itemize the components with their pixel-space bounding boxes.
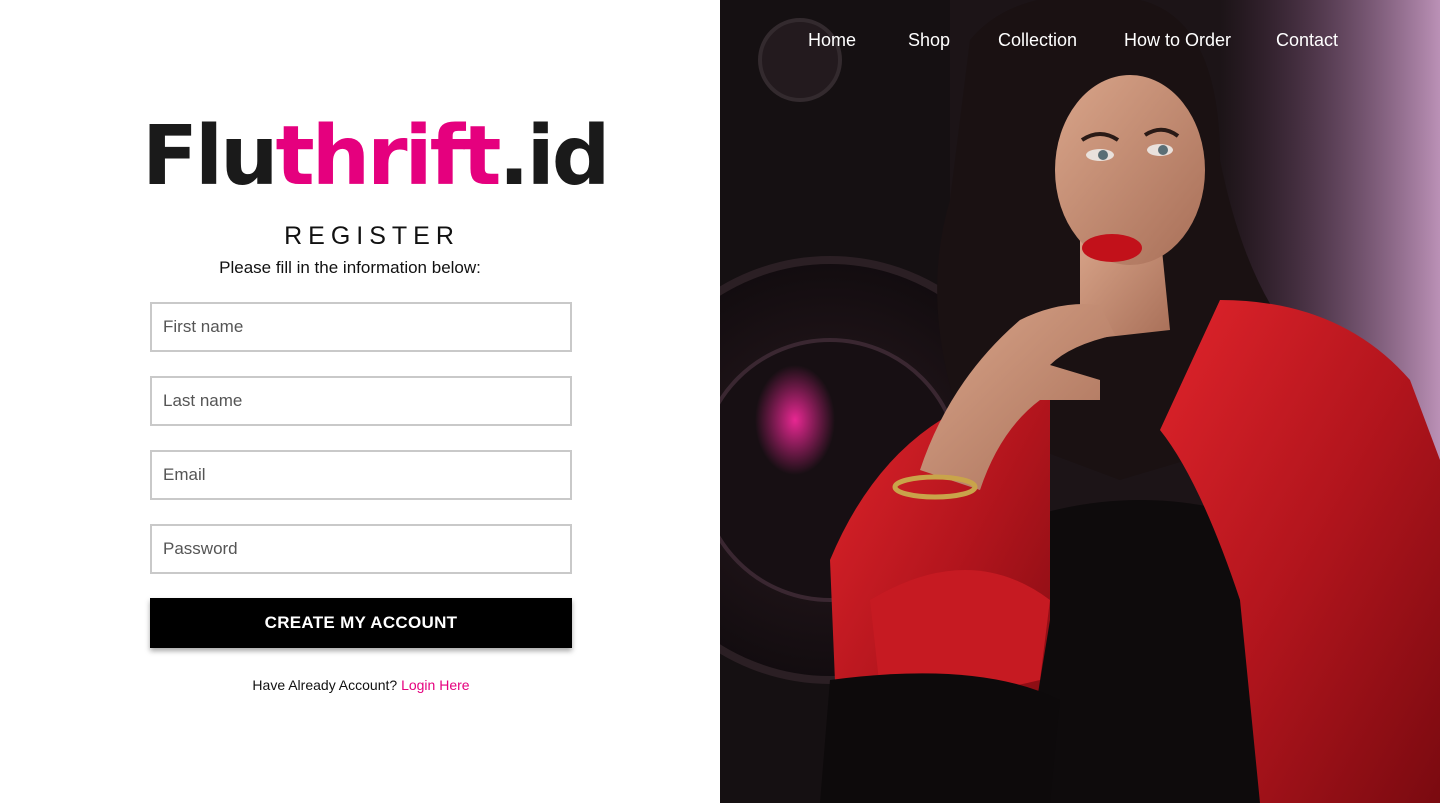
- register-title: REGISTER: [284, 222, 460, 250]
- logo-part-1: Flu: [142, 109, 278, 204]
- login-link[interactable]: Login Here: [401, 677, 470, 693]
- register-subtitle: Please fill in the information below:: [219, 258, 481, 277]
- main-nav: Home Shop Collection How to Order Contac…: [720, 30, 1440, 58]
- register-page: Fluthrift.id REGISTER Please fill in the…: [0, 0, 1440, 803]
- nav-home[interactable]: Home: [808, 30, 856, 51]
- hero-panel: Home Shop Collection How to Order Contac…: [720, 0, 1440, 803]
- register-panel: Fluthrift.id REGISTER Please fill in the…: [0, 0, 720, 803]
- nav-contact[interactable]: Contact: [1276, 30, 1338, 51]
- email-input[interactable]: [150, 450, 572, 500]
- password-input[interactable]: [150, 524, 572, 574]
- login-prompt-text: Have Already Account?: [252, 677, 402, 693]
- logo-part-2: thrift: [275, 109, 502, 204]
- first-name-input[interactable]: [150, 302, 572, 352]
- last-name-input[interactable]: [150, 376, 572, 426]
- create-account-button[interactable]: CREATE MY ACCOUNT: [150, 598, 572, 648]
- brand-logo[interactable]: Fluthrift.id: [142, 109, 610, 204]
- nav-how-to-order[interactable]: How to Order: [1124, 30, 1231, 51]
- logo-part-3: .id: [498, 109, 611, 204]
- login-prompt: Have Already Account? Login Here: [150, 677, 572, 693]
- nav-shop[interactable]: Shop: [908, 30, 950, 51]
- nav-collection[interactable]: Collection: [998, 30, 1077, 51]
- hero-image: [720, 0, 1440, 803]
